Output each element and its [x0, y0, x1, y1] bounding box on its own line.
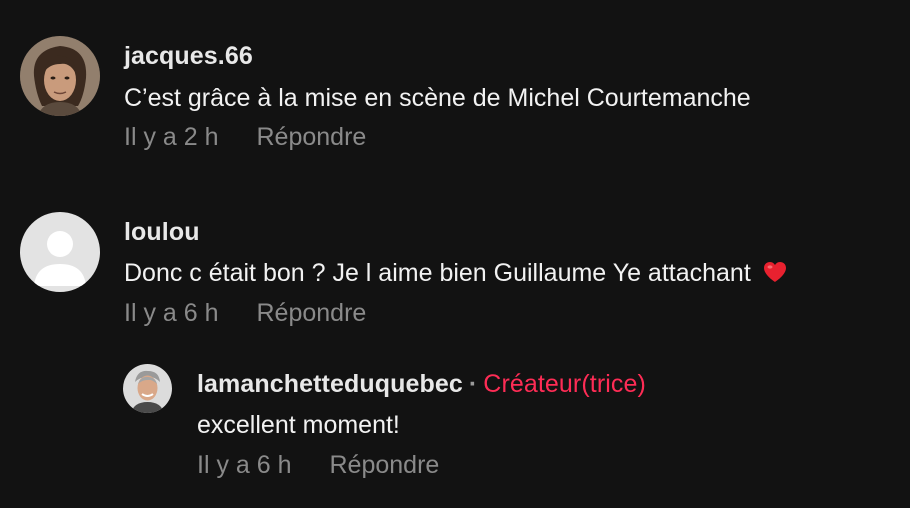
- comment-meta: Il y a 2 h Répondre: [124, 123, 366, 152]
- creator-photo-avatar-icon: [123, 364, 172, 413]
- avatar[interactable]: [20, 212, 100, 292]
- reply-button[interactable]: Répondre: [257, 299, 367, 327]
- comment-text-body: Donc c était bon ? Je l aime bien Guilla…: [124, 259, 751, 287]
- comment-timestamp: Il y a 6 h: [124, 299, 219, 327]
- reply-button[interactable]: Répondre: [257, 123, 367, 151]
- default-user-avatar-icon: [20, 212, 100, 292]
- reply-button[interactable]: Répondre: [330, 451, 440, 479]
- heart-emoji-icon: [762, 260, 788, 291]
- avatar[interactable]: [20, 36, 100, 116]
- separator-dot: ·: [468, 370, 478, 398]
- reply-header: lamanchetteduquebec · Créateur(trice): [197, 370, 646, 399]
- creator-badge: Créateur(trice): [483, 370, 646, 398]
- comment-text: Donc c était bon ? Je l aime bien Guilla…: [124, 259, 788, 291]
- avatar[interactable]: [123, 364, 172, 413]
- reply-meta: Il y a 6 h Répondre: [197, 451, 439, 480]
- comment-meta: Il y a 6 h Répondre: [124, 299, 366, 328]
- reply-timestamp: Il y a 6 h: [197, 451, 292, 479]
- comment-text: C’est grâce à la mise en scène de Michel…: [124, 84, 751, 112]
- user-photo-avatar-icon: [20, 36, 100, 116]
- comment-username[interactable]: jacques.66: [124, 42, 253, 71]
- reply-text: excellent moment!: [197, 411, 400, 439]
- comment-timestamp: Il y a 2 h: [124, 123, 219, 151]
- reply-username[interactable]: lamanchetteduquebec: [197, 370, 463, 398]
- comment-username[interactable]: loulou: [124, 218, 200, 247]
